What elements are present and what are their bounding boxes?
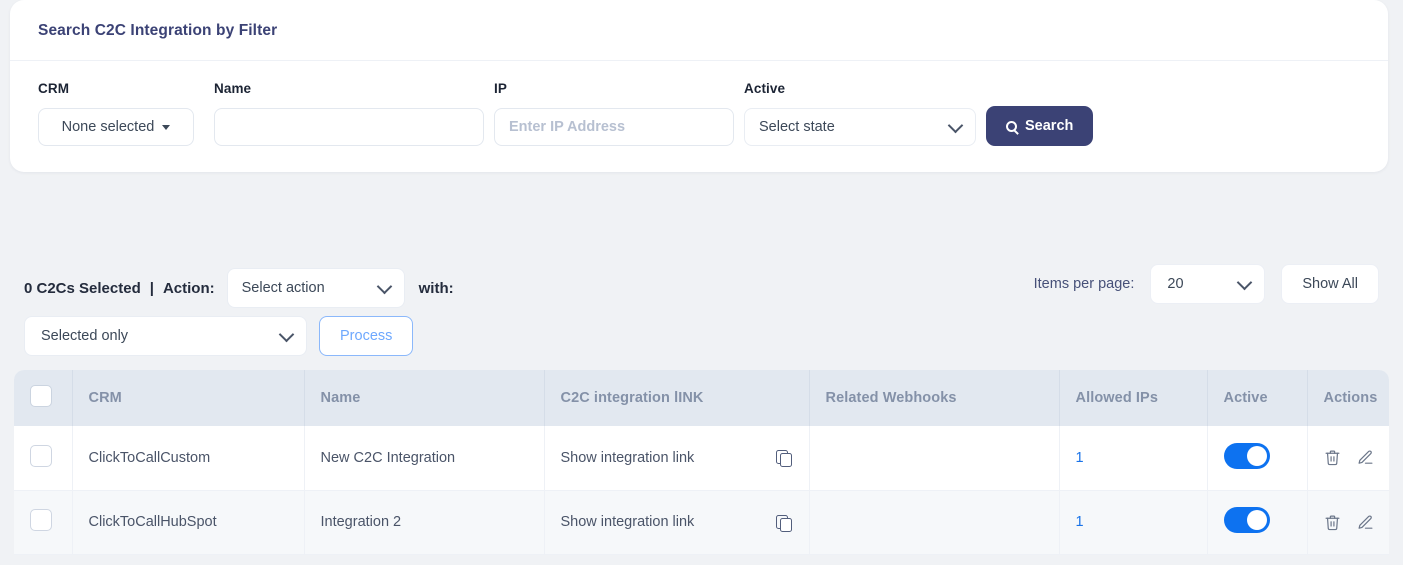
column-header-webhooks[interactable]: Related Webhooks (809, 370, 1060, 426)
crm-select[interactable]: None selected (38, 108, 194, 146)
column-header-active[interactable]: Active (1207, 370, 1308, 426)
ip-label: IP (494, 81, 507, 96)
crm-label: CRM (38, 81, 70, 96)
selected-count: 0 C2Cs Selected (24, 279, 141, 297)
cell-allowed-ips: 1 (1059, 490, 1208, 555)
edit-icon[interactable] (1357, 449, 1374, 466)
cell-crm: ClickToCallCustom (72, 426, 305, 491)
cell-link: Show integration link (544, 426, 810, 491)
cell-active (1207, 490, 1308, 555)
cell-name: Integration 2 (304, 490, 545, 555)
cell-actions (1307, 490, 1389, 555)
copy-icon[interactable] (775, 514, 792, 532)
copy-icon[interactable] (775, 450, 792, 468)
with-label: with: (418, 279, 454, 297)
cell-webhooks (809, 426, 1060, 491)
active-label: Active (744, 81, 786, 96)
chevron-down-icon (1237, 274, 1253, 291)
process-button[interactable]: Process (319, 316, 414, 356)
chevron-down-icon (278, 326, 295, 343)
chevron-down-icon (376, 278, 392, 295)
row-select-cell (14, 490, 73, 555)
column-header-actions: Actions (1307, 370, 1389, 426)
delete-icon[interactable] (1324, 449, 1341, 466)
select-all-header (14, 370, 73, 426)
scope-select-value: Selected only (41, 328, 129, 344)
active-state-select[interactable]: Select state (744, 108, 976, 146)
search-button-label: Search (1025, 118, 1074, 134)
crm-select-value: None selected (61, 119, 155, 135)
toolbar-scope-row: Selected only Process (24, 316, 454, 356)
toolbar-right: Items per page: 20 Show All (1034, 264, 1379, 304)
filter-card-header: Search C2C Integration by Filter (10, 0, 1388, 61)
search-button[interactable]: Search (986, 106, 1094, 146)
table-row: ClickToCallCustom New C2C Integration Sh… (14, 426, 1389, 491)
separator: | (149, 279, 154, 297)
action-label: Action: (162, 279, 215, 297)
ip-input[interactable] (494, 108, 734, 146)
cell-webhooks (809, 490, 1060, 555)
select-all-checkbox[interactable] (30, 385, 52, 407)
row-select-cell (14, 426, 73, 491)
filter-card: Search C2C Integration by Filter CRM Non… (10, 0, 1388, 172)
table-row: ClickToCallHubSpot Integration 2 Show in… (14, 490, 1389, 555)
search-icon (1006, 120, 1017, 132)
chevron-down-icon (947, 117, 964, 134)
cell-active (1207, 426, 1308, 491)
cell-actions (1307, 426, 1389, 491)
active-field: Active Select state (744, 81, 976, 146)
column-header-name[interactable]: Name (304, 370, 545, 426)
cell-link: Show integration link (544, 490, 810, 555)
action-select[interactable]: Select action (226, 268, 405, 308)
items-per-page-value: 20 (1167, 276, 1184, 292)
row-checkbox[interactable] (30, 444, 52, 467)
action-select-value: Select action (241, 280, 325, 296)
caret-down-icon (162, 124, 171, 130)
name-label: Name (214, 81, 252, 96)
items-per-page-label: Items per page: (1033, 276, 1135, 292)
toolbar-action-row: 0 C2Cs Selected | Action: Select action … (24, 262, 454, 314)
allowed-ips-link[interactable]: 1 (1076, 514, 1084, 530)
delete-icon[interactable] (1324, 514, 1341, 531)
toolbar-left: 0 C2Cs Selected | Action: Select action … (24, 262, 454, 356)
show-integration-link[interactable]: Show integration link (561, 450, 695, 466)
c2c-integrations-table: CRM Name C2C integration lINK Related We… (14, 370, 1389, 555)
cell-crm: ClickToCallHubSpot (72, 490, 305, 555)
filter-card-body: CRM None selected Name IP Active (10, 61, 1388, 172)
table-toolbar: 0 C2Cs Selected | Action: Select action … (24, 262, 1379, 358)
column-header-allowed-ips[interactable]: Allowed IPs (1059, 370, 1208, 426)
table-head: CRM Name C2C integration lINK Related We… (14, 370, 1389, 426)
show-integration-link[interactable]: Show integration link (561, 514, 695, 530)
table-header-row: CRM Name C2C integration lINK Related We… (14, 370, 1389, 426)
column-header-link[interactable]: C2C integration lINK (544, 370, 810, 426)
column-header-crm[interactable]: CRM (72, 370, 305, 426)
name-field: Name (214, 81, 484, 146)
row-checkbox[interactable] (30, 509, 52, 531)
table: CRM Name C2C integration lINK Related We… (14, 370, 1389, 555)
toggle-knob (1246, 510, 1267, 530)
active-toggle[interactable] (1223, 507, 1270, 533)
filter-row: CRM None selected Name IP Active (38, 81, 1360, 146)
edit-icon[interactable] (1357, 514, 1374, 531)
cell-allowed-ips: 1 (1059, 426, 1208, 491)
items-per-page-select[interactable]: 20 (1150, 264, 1266, 304)
allowed-ips-link[interactable]: 1 (1076, 450, 1084, 466)
name-input[interactable] (214, 108, 484, 146)
page-root: Search C2C Integration by Filter CRM Non… (0, 0, 1403, 565)
active-toggle[interactable] (1223, 442, 1270, 469)
page-title: Search C2C Integration by Filter (38, 22, 278, 39)
show-all-button[interactable]: Show All (1281, 264, 1379, 304)
ip-field: IP (494, 81, 734, 146)
table-body: ClickToCallCustom New C2C Integration Sh… (14, 426, 1389, 555)
toggle-knob (1246, 445, 1267, 466)
cell-name: New C2C Integration (304, 426, 545, 491)
crm-field: CRM None selected (38, 81, 204, 146)
scope-select[interactable]: Selected only (24, 316, 307, 356)
active-state-value: Select state (759, 119, 835, 135)
